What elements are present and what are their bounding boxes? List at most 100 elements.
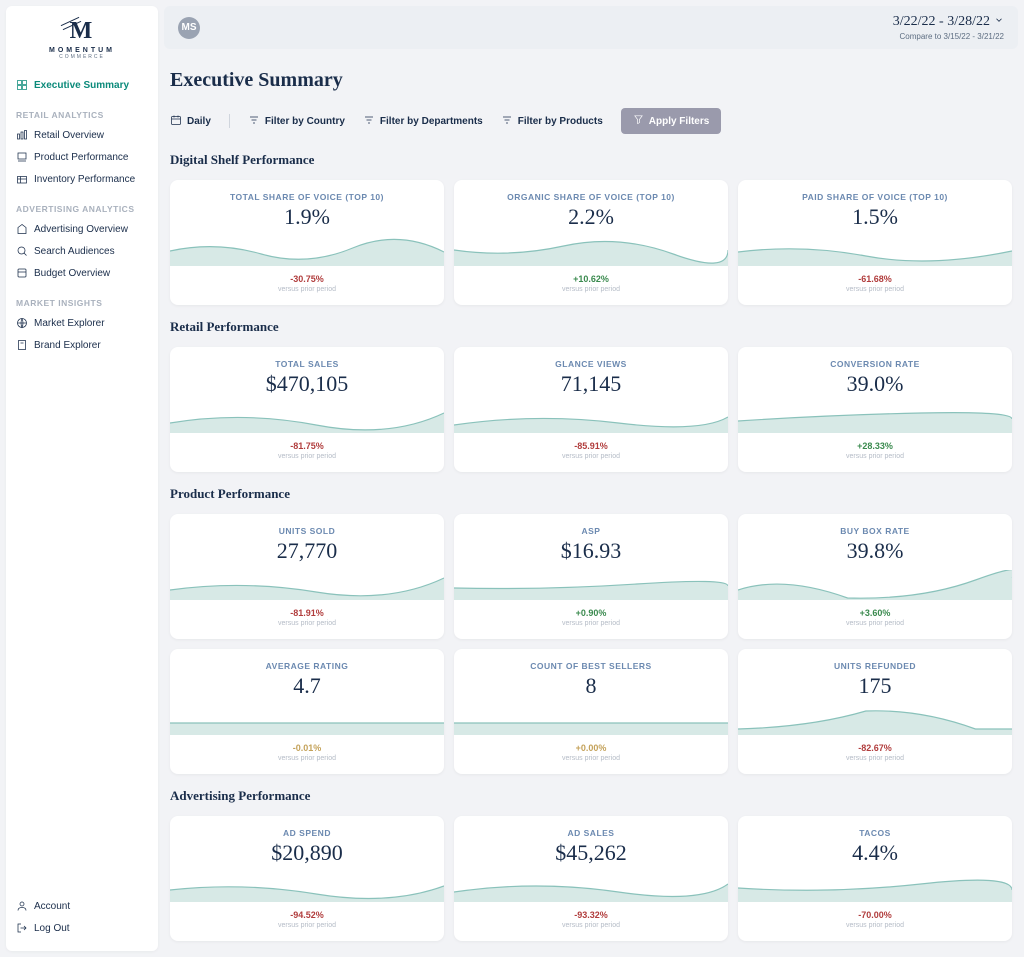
- section-title: Retail Performance: [170, 319, 1012, 335]
- budget-icon: [16, 267, 28, 279]
- sparkline: [454, 570, 728, 600]
- metric-card[interactable]: AD SALES$45,262-93.32%versus prior perio…: [454, 816, 728, 941]
- nav-label: Executive Summary: [34, 80, 129, 91]
- calendar-icon: [170, 114, 182, 129]
- filter-country[interactable]: Filter by Country: [248, 114, 345, 129]
- metric-card[interactable]: CONVERSION RATE39.0%+28.33%versus prior …: [738, 347, 1012, 472]
- metric-value: 39.8%: [847, 538, 904, 564]
- metric-card[interactable]: BUY BOX RATE 39.8% +3.60% versus prior peri…: [738, 514, 1012, 639]
- metric-card[interactable]: COUNT OF BEST SELLERS8+0.00%versus prior…: [454, 649, 728, 774]
- metric-card[interactable]: AD SPEND$20,890-94.52%versus prior perio…: [170, 816, 444, 941]
- sidebar-item-product-performance[interactable]: Product Performance: [16, 146, 148, 168]
- filter-label: Filter by Country: [265, 116, 345, 127]
- metric-label: PAID SHARE OF VOICE (TOP 10): [802, 192, 948, 202]
- metric-card[interactable]: ASP$16.93+0.90%versus prior period: [454, 514, 728, 639]
- metric-sub: versus prior period: [562, 286, 620, 293]
- metric-card[interactable]: ORGANIC SHARE OF VOICE (TOP 10)2.2%+10.6…: [454, 180, 728, 305]
- filter-label: Daily: [187, 116, 211, 127]
- logo-mark: M: [70, 18, 95, 45]
- sparkline: [170, 705, 444, 735]
- topbar: MS 3/22/22 - 3/28/22 Compare to 3/15/22 …: [164, 6, 1018, 49]
- metric-sub: versus prior period: [846, 286, 904, 293]
- metric-sub: versus prior period: [846, 620, 904, 627]
- chevron-down-icon: [994, 14, 1004, 30]
- metric-value: $470,105: [266, 371, 349, 397]
- metric-label: ASP: [582, 526, 601, 536]
- metric-delta: -0.01%: [293, 743, 322, 753]
- globe-icon: [16, 317, 28, 329]
- account-icon: [16, 900, 28, 912]
- metric-card[interactable]: AVERAGE RATING4.7-0.01%versus prior peri…: [170, 649, 444, 774]
- sidebar-item-retail-overview[interactable]: Retail Overview: [16, 124, 148, 146]
- metric-grid: AD SPEND$20,890-94.52%versus prior perio…: [170, 816, 1012, 941]
- nav-label: Account: [34, 901, 70, 912]
- metric-card[interactable]: TOTAL SHARE OF VOICE (TOP 10)1.9%-30.75%…: [170, 180, 444, 305]
- sidebar-item-account[interactable]: Account: [16, 895, 148, 917]
- sparkline: [738, 403, 1012, 433]
- nav-label: Retail Overview: [34, 130, 104, 141]
- metric-value: 4.4%: [852, 840, 898, 866]
- metric-card[interactable]: TACOS4.4%-70.00%versus prior period: [738, 816, 1012, 941]
- metric-delta: -93.32%: [574, 910, 608, 920]
- chart-icon: [16, 129, 28, 141]
- metric-delta: -82.67%: [858, 743, 892, 753]
- section-title: Advertising Performance: [170, 788, 1012, 804]
- logout-icon: [16, 922, 28, 934]
- avatar[interactable]: MS: [178, 17, 200, 39]
- sidebar-item-brand-explorer[interactable]: Brand Explorer: [16, 334, 148, 356]
- metric-sub: versus prior period: [846, 453, 904, 460]
- sparkline: [170, 236, 444, 266]
- metric-card[interactable]: UNITS SOLD27,770-81.91%versus prior peri…: [170, 514, 444, 639]
- sidebar-item-log-out[interactable]: Log Out: [16, 917, 148, 939]
- sidebar-item-search-audiences[interactable]: Search Audiences: [16, 240, 148, 262]
- divider: [229, 114, 230, 128]
- metric-sub: versus prior period: [278, 620, 336, 627]
- filter-granularity[interactable]: Daily: [170, 114, 211, 129]
- sidebar-item-executive-summary[interactable]: Executive Summary: [16, 74, 148, 96]
- filter-products[interactable]: Filter by Products: [501, 114, 603, 129]
- advertising-icon: [16, 223, 28, 235]
- metric-value: 1.9%: [284, 204, 330, 230]
- metric-delta: -30.75%: [290, 274, 324, 284]
- metric-delta: +3.60%: [860, 608, 891, 618]
- product-icon: [16, 151, 28, 163]
- metric-value: 4.7: [293, 673, 321, 699]
- nav-label: Budget Overview: [34, 268, 110, 279]
- nav-label: Search Audiences: [34, 246, 115, 257]
- sidebar-item-inventory-performance[interactable]: Inventory Performance: [16, 168, 148, 190]
- sparkline: [738, 705, 1012, 735]
- metric-label: TACOS: [859, 828, 891, 838]
- metric-label: BUY BOX RATE: [840, 526, 909, 536]
- sidebar-item-budget-overview[interactable]: Budget Overview: [16, 262, 148, 284]
- metric-value: 175: [859, 673, 892, 699]
- metric-label: UNITS SOLD: [279, 526, 335, 536]
- sparkline: [738, 236, 1012, 266]
- metric-card[interactable]: UNITS REFUNDED175-82.67%versus prior per…: [738, 649, 1012, 774]
- metric-grid: TOTAL SALES$470,105-81.75%versus prior p…: [170, 347, 1012, 472]
- metric-delta: +10.62%: [573, 274, 609, 284]
- filter-label: Filter by Departments: [380, 116, 483, 127]
- metric-sub: versus prior period: [562, 453, 620, 460]
- nav-label: Inventory Performance: [34, 174, 135, 185]
- filter-bar: Daily Filter by Country Filter by Depart…: [170, 108, 1012, 134]
- inventory-icon: [16, 173, 28, 185]
- metric-delta: -94.52%: [290, 910, 324, 920]
- metric-delta: +0.90%: [576, 608, 607, 618]
- metric-label: COUNT OF BEST SELLERS: [530, 661, 651, 671]
- date-range-picker[interactable]: 3/22/22 - 3/28/22 Compare to 3/15/22 - 3…: [893, 14, 1004, 41]
- metric-card[interactable]: PAID SHARE OF VOICE (TOP 10)1.5%-61.68%v…: [738, 180, 1012, 305]
- metric-value: 39.0%: [847, 371, 904, 397]
- metric-card[interactable]: TOTAL SALES$470,105-81.75%versus prior p…: [170, 347, 444, 472]
- filter-icon: [363, 114, 375, 129]
- metric-value: 8: [586, 673, 597, 699]
- sparkline: [738, 570, 1012, 600]
- sidebar-item-market-explorer[interactable]: Market Explorer: [16, 312, 148, 334]
- filter-departments[interactable]: Filter by Departments: [363, 114, 483, 129]
- metric-card[interactable]: GLANCE VIEWS71,145-85.91%versus prior pe…: [454, 347, 728, 472]
- apply-filters-button[interactable]: Apply Filters: [621, 108, 722, 134]
- brand-sub: COMMERCE: [59, 54, 105, 60]
- sparkline: [454, 403, 728, 433]
- sidebar-item-advertising-overview[interactable]: Advertising Overview: [16, 218, 148, 240]
- metric-label: TOTAL SALES: [275, 359, 339, 369]
- metric-value: 1.5%: [852, 204, 898, 230]
